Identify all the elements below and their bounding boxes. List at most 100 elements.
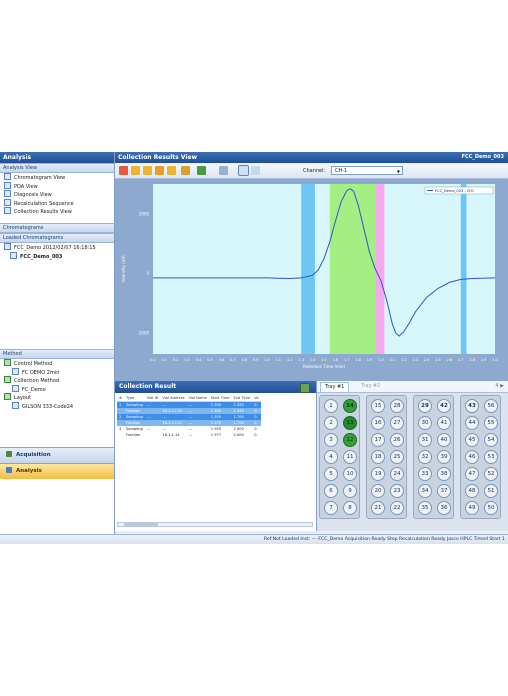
vial-44[interactable]: 44 bbox=[465, 416, 479, 430]
vial-2[interactable]: 2 bbox=[324, 416, 338, 430]
vial-29[interactable]: 29 bbox=[418, 399, 432, 413]
chromatograms-header[interactable]: Chromatograms bbox=[0, 223, 114, 233]
zoom-icon[interactable] bbox=[238, 165, 249, 176]
chromatogram-chart[interactable]: 2000 0 -2000 0.0 0.1 0.2 0.3 0.4 0.5 0.6 0.7 0.8 0.9… bbox=[115, 179, 508, 381]
x-tick-label: 0.8 bbox=[241, 358, 246, 362]
application-window: Analysis Analysis View Chromatogram View… bbox=[0, 152, 508, 544]
vial-34[interactable]: 34 bbox=[418, 484, 432, 498]
vial-50[interactable]: 50 bbox=[484, 501, 498, 515]
vial-41[interactable]: 41 bbox=[437, 416, 451, 430]
vial-45[interactable]: 45 bbox=[465, 433, 479, 447]
analysis-view-header[interactable]: Analysis View bbox=[0, 163, 114, 173]
table-cell bbox=[145, 432, 161, 438]
vial-48[interactable]: 48 bbox=[465, 484, 479, 498]
vial-43[interactable]: 43 bbox=[465, 399, 479, 413]
method-collection-file[interactable]: FC_Demo bbox=[0, 384, 114, 394]
chart-icon[interactable] bbox=[143, 166, 152, 175]
vial-49[interactable]: 49 bbox=[465, 501, 479, 515]
chart-icon[interactable] bbox=[167, 166, 176, 175]
vial-13[interactable]: 13 bbox=[343, 416, 357, 430]
acquisition-button[interactable]: Acquisition bbox=[0, 447, 114, 463]
vial-14[interactable]: 14 bbox=[343, 399, 357, 413]
vial-22[interactable]: 22 bbox=[390, 501, 404, 515]
vial-47[interactable]: 47 bbox=[465, 467, 479, 481]
view-item-pda[interactable]: PDA View bbox=[0, 181, 114, 191]
vial-28[interactable]: 28 bbox=[390, 399, 404, 413]
print-icon[interactable] bbox=[181, 166, 190, 175]
analysis-button[interactable]: Analysis bbox=[0, 463, 114, 479]
vial-11[interactable]: 11 bbox=[343, 450, 357, 464]
vial-46[interactable]: 46 bbox=[465, 450, 479, 464]
vial-37[interactable]: 37 bbox=[437, 484, 451, 498]
vial-18[interactable]: 18 bbox=[371, 450, 385, 464]
chromatogram-file[interactable]: FCC_Demo_003 bbox=[0, 251, 114, 261]
vial-42[interactable]: 42 bbox=[437, 399, 451, 413]
chart-icon[interactable] bbox=[155, 166, 164, 175]
vial-6[interactable]: 6 bbox=[324, 484, 338, 498]
chromatogram-group[interactable]: FCC_Demo 2012/02/07 16:18:15 bbox=[0, 243, 114, 252]
tab-tray-2[interactable]: Tray #2 bbox=[357, 382, 384, 391]
tray-nav[interactable]: 4 ▶ bbox=[495, 383, 504, 389]
method-layout-file[interactable]: GILSON 333-Code24 bbox=[0, 401, 114, 411]
vial-38[interactable]: 38 bbox=[437, 467, 451, 481]
vial-4[interactable]: 4 bbox=[324, 450, 338, 464]
vial-3[interactable]: 3 bbox=[324, 433, 338, 447]
vial-16[interactable]: 16 bbox=[371, 416, 385, 430]
vial-20[interactable]: 20 bbox=[371, 484, 385, 498]
vial-35[interactable]: 35 bbox=[418, 501, 432, 515]
view-item-chromatogram[interactable]: Chromatogram View bbox=[0, 173, 114, 182]
vial-51[interactable]: 51 bbox=[484, 484, 498, 498]
vial-40[interactable]: 40 bbox=[437, 433, 451, 447]
vial-15[interactable]: 15 bbox=[371, 399, 385, 413]
vial-39[interactable]: 39 bbox=[437, 450, 451, 464]
chart-icon[interactable] bbox=[131, 166, 140, 175]
vial-32[interactable]: 32 bbox=[418, 450, 432, 464]
y-tick-label: -2000 bbox=[137, 331, 149, 336]
loaded-chromatograms-header[interactable]: Loaded Chromatograms bbox=[0, 233, 114, 243]
vial-30[interactable]: 30 bbox=[418, 416, 432, 430]
vial-9[interactable]: 9 bbox=[343, 484, 357, 498]
vial-17[interactable]: 17 bbox=[371, 433, 385, 447]
view-item-recalculation[interactable]: Recalculation Sequence bbox=[0, 198, 114, 208]
method-control-file[interactable]: FC DEMO 2min bbox=[0, 367, 114, 377]
channel-select[interactable]: CH-1 ▼ bbox=[331, 166, 403, 175]
tab-tray-1[interactable]: Tray #1 bbox=[320, 382, 350, 392]
vial-24[interactable]: 24 bbox=[390, 467, 404, 481]
view-item-collection-results[interactable]: Collection Results View bbox=[0, 207, 114, 216]
vial-56[interactable]: 56 bbox=[484, 399, 498, 413]
method-control[interactable]: Control Method bbox=[0, 359, 114, 368]
vial-23[interactable]: 23 bbox=[390, 484, 404, 498]
vial-55[interactable]: 55 bbox=[484, 416, 498, 430]
vial-25[interactable]: 25 bbox=[390, 450, 404, 464]
view-item-diagnosis[interactable]: Diagnosis View bbox=[0, 190, 114, 199]
vial-26[interactable]: 26 bbox=[390, 433, 404, 447]
vial-12[interactable]: 12 bbox=[343, 433, 357, 447]
vial-21[interactable]: 21 bbox=[371, 501, 385, 515]
method-layout[interactable]: Layout bbox=[0, 393, 114, 402]
cursor-icon[interactable] bbox=[219, 166, 228, 175]
vial-10[interactable]: 10 bbox=[343, 467, 357, 481]
export-icon[interactable] bbox=[197, 166, 206, 175]
vial-31[interactable]: 31 bbox=[418, 433, 432, 447]
horizontal-scrollbar[interactable] bbox=[117, 522, 313, 527]
vial-19[interactable]: 19 bbox=[371, 467, 385, 481]
vial-7[interactable]: 7 bbox=[324, 501, 338, 515]
vial-36[interactable]: 36 bbox=[437, 501, 451, 515]
table-cell bbox=[117, 432, 124, 438]
vial-54[interactable]: 54 bbox=[484, 433, 498, 447]
x-tick-label: 2.4 bbox=[424, 358, 429, 362]
scrollbar-thumb[interactable] bbox=[124, 523, 158, 526]
vial-53[interactable]: 53 bbox=[484, 450, 498, 464]
open-icon[interactable] bbox=[119, 166, 128, 175]
grid-icon[interactable] bbox=[251, 166, 260, 175]
vial-52[interactable]: 52 bbox=[484, 467, 498, 481]
method-collection[interactable]: Collection Method bbox=[0, 376, 114, 385]
vial-8[interactable]: 8 bbox=[343, 501, 357, 515]
vial-33[interactable]: 33 bbox=[418, 467, 432, 481]
table-row[interactable]: Fraction 1K-1-1-14 --- 1.977 2.000 0. bbox=[117, 432, 261, 438]
vial-5[interactable]: 5 bbox=[324, 467, 338, 481]
vial-27[interactable]: 27 bbox=[390, 416, 404, 430]
refresh-icon[interactable] bbox=[300, 383, 310, 393]
vial-1[interactable]: 1 bbox=[324, 399, 338, 413]
method-header[interactable]: Method bbox=[0, 349, 114, 359]
